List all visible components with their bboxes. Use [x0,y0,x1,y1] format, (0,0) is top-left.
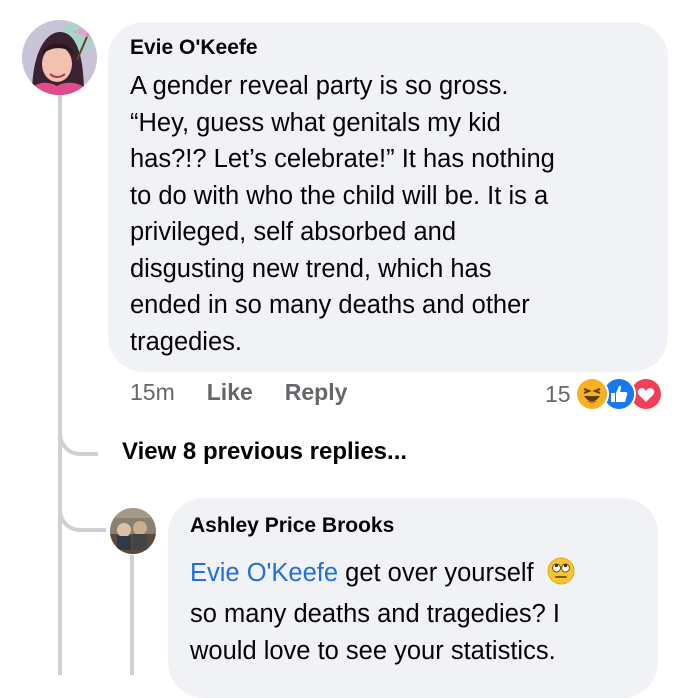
comment-line: disgusting new trend, which has [130,254,492,283]
comment-line: tragedies. [130,327,242,356]
thread-elbow-view-more [58,400,98,456]
view-previous-replies-link[interactable]: View 8 previous replies... [122,438,407,466]
like-button[interactable]: Like [207,379,253,406]
eye-roll-emoji-icon [547,557,575,596]
reply-line: would love to see your statistics. [190,637,556,665]
comment-time[interactable]: 15m [130,379,175,406]
comment-line: has?!? Let’s celebrate!” It has nothing [130,145,555,173]
comment-author[interactable]: Evie O'Keefe [130,36,258,60]
reaction-count: 15 [545,380,571,407]
thread-line-main [58,95,62,675]
reply-line: so many deaths and tragedies? I [190,600,560,628]
thread-elbow-reply [58,470,106,532]
comment-line: privileged, self absorbed and [130,218,457,246]
comment-actions: 15m Like Reply [130,379,379,406]
haha-icon [574,377,609,411]
avatar-ashley[interactable] [110,508,156,554]
reply-button[interactable]: Reply [285,379,348,406]
reaction-summary[interactable]: 15 [545,377,663,411]
comment-line: “Hey, guess what genitals my kid [130,108,501,137]
thread-line-reply [130,555,134,675]
comment-line: to do with who the child will be. It is … [130,181,549,210]
reply-line-rest: get over yourself [338,559,534,587]
reply-line: Evie O'Keefe get over yourself [190,555,650,596]
comment-line: A gender reveal party is so gross. [130,72,509,100]
comment-text: A gender reveal party is so gross. “Hey,… [130,68,660,360]
comment-line: ended in so many deaths and other [130,291,530,319]
reply-author[interactable]: Ashley Price Brooks [190,514,394,538]
reply-text: Evie O'Keefe get over yourself so many d… [190,555,650,670]
avatar-evie[interactable] [22,20,97,95]
mention-link[interactable]: Evie O'Keefe [190,559,338,587]
